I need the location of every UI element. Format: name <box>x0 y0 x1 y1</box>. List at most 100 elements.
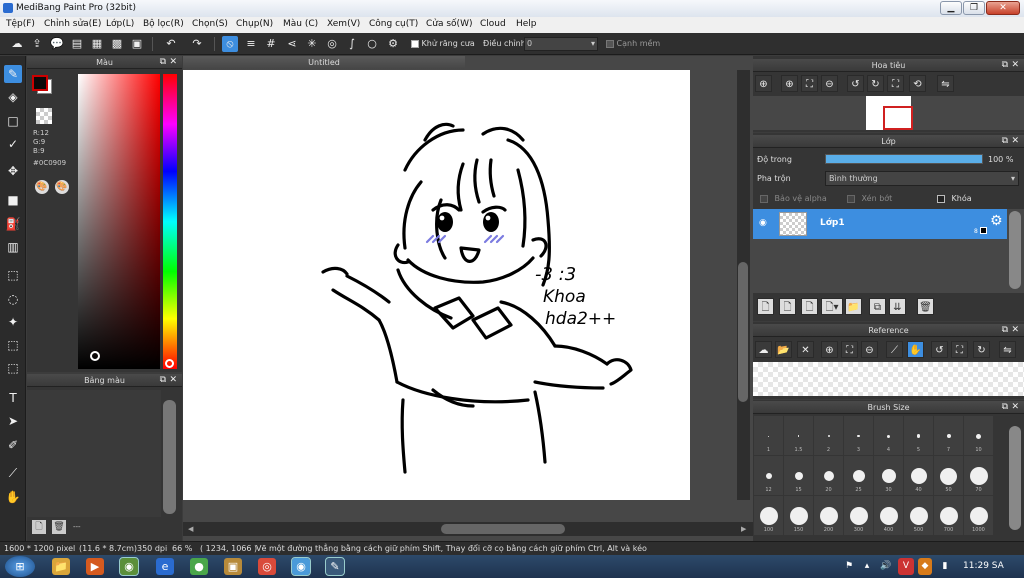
close-icon[interactable]: ✕ <box>169 374 177 387</box>
paint-taskbar-icon[interactable]: ✎ <box>325 557 345 576</box>
brush-size-option[interactable]: 200 <box>814 496 843 535</box>
menu-color[interactable]: Màu (C) <box>283 19 318 29</box>
clip-checkbox[interactable] <box>847 194 855 203</box>
select-pen-tool-icon[interactable]: ⬚ <box>4 336 22 354</box>
brush-size-option[interactable]: 30 <box>874 456 903 495</box>
snap-settings-icon[interactable]: ⚙ <box>385 36 401 52</box>
brush-tool-icon[interactable]: ✎ <box>4 65 22 83</box>
layer-row[interactable]: ◉ Lớp1 8 ⚙ <box>753 209 1007 239</box>
fit-icon[interactable]: ⛶ <box>801 75 818 92</box>
grid-icon[interactable]: ▩ <box>109 36 125 52</box>
maximize-button[interactable]: ❐ <box>963 1 985 15</box>
comment-icon[interactable]: 💬 <box>49 36 65 52</box>
gear-icon[interactable]: ⚙ <box>990 213 1003 229</box>
hue-slider[interactable] <box>163 74 177 369</box>
parallel-snap-icon[interactable]: ≡ <box>243 36 259 52</box>
reference-image-area[interactable] <box>753 362 1024 396</box>
brush-size-option[interactable]: 150 <box>784 496 813 535</box>
vertical-scrollbar-track[interactable] <box>737 70 750 500</box>
brush-size-option[interactable]: 25 <box>844 456 873 495</box>
antialias-checkbox[interactable] <box>411 39 419 48</box>
navigator-viewport[interactable] <box>883 106 913 130</box>
archive-icon[interactable]: ▣ <box>224 558 242 575</box>
brush-size-option[interactable]: 500 <box>904 496 933 535</box>
correction-select[interactable]: 0 ▾ <box>524 37 598 51</box>
text-tool-icon[interactable]: T <box>4 389 22 407</box>
network-icon[interactable]: ▮ <box>938 558 952 575</box>
rectangle-tool-icon[interactable]: □ <box>4 112 22 130</box>
menu-snap[interactable]: Chụp(N) <box>236 19 273 29</box>
transparent-color-swatch[interactable] <box>36 108 52 124</box>
grid-snap-icon[interactable]: # <box>263 36 279 52</box>
foreground-color-swatch[interactable] <box>32 75 48 91</box>
layout-icon[interactable]: ▣ <box>129 36 145 52</box>
chevron-up-icon[interactable]: ▴ <box>860 558 874 575</box>
brush-size-option[interactable]: 12 <box>754 456 783 495</box>
volume-icon[interactable]: 🔊 <box>879 558 893 575</box>
menu-select[interactable]: Chọn(S) <box>192 19 228 29</box>
undock-icon[interactable]: ⧉ <box>1002 324 1008 337</box>
fill-shape-tool-icon[interactable]: ■ <box>4 191 22 209</box>
undock-icon[interactable]: ⧉ <box>1002 135 1008 148</box>
brush-size-option[interactable]: 70 <box>964 456 993 495</box>
vertical-scrollbar-thumb[interactable] <box>738 262 748 402</box>
circle-snap-icon[interactable]: ○ <box>364 36 380 52</box>
fit-icon[interactable]: ⛶ <box>887 75 904 92</box>
brush-size-option[interactable]: 1 <box>754 416 783 455</box>
menu-edit[interactable]: Chỉnh sửa(E) <box>44 19 101 29</box>
share-icon[interactable]: ⇪ <box>29 36 45 52</box>
lasso-tool-icon[interactable]: ◌ <box>4 290 22 308</box>
minimize-button[interactable]: ▁ <box>940 1 962 15</box>
flip-icon[interactable]: ⇋ <box>937 75 954 92</box>
add-layer-menu-icon[interactable]: 🗋▾ <box>821 298 843 315</box>
blend-select[interactable]: Bình thường ▾ <box>825 171 1019 186</box>
cloud-icon[interactable]: ☁ <box>9 36 25 52</box>
menu-help[interactable]: Help <box>516 19 537 29</box>
move-tool-icon[interactable]: ✥ <box>4 162 22 180</box>
brush-size-option[interactable]: 15 <box>784 456 813 495</box>
folder-icon[interactable]: 📁 <box>845 298 862 315</box>
navigator-preview[interactable] <box>753 96 1024 130</box>
brush-size-option[interactable]: 3 <box>844 416 873 455</box>
start-button-icon[interactable]: ⊞ <box>5 556 35 577</box>
menu-window[interactable]: Cửa số(W) <box>426 19 472 29</box>
horizontal-scrollbar-track[interactable]: ◀ ▶ <box>183 522 753 536</box>
brush-size-scrollbar[interactable] <box>1009 426 1021 530</box>
opacity-slider[interactable] <box>825 154 983 164</box>
protect-alpha-checkbox[interactable] <box>760 194 768 203</box>
new-palette-icon[interactable]: 🗋 <box>32 520 46 534</box>
new-halftone-layer-icon[interactable]: 🗋 <box>779 298 796 315</box>
reset-icon[interactable]: ⟲ <box>909 75 926 92</box>
menu-filter[interactable]: Bộ lọc(R) <box>143 19 184 29</box>
document-icon[interactable]: ▦ <box>89 36 105 52</box>
merge-layer-icon[interactable]: ⇊ <box>889 298 906 315</box>
select-tool-icon[interactable]: ⬚ <box>4 266 22 284</box>
brush-size-option[interactable]: 5 <box>904 416 933 455</box>
eraser-tool-icon[interactable]: ◈ <box>4 88 22 106</box>
close-reference-icon[interactable]: ✕ <box>797 341 814 358</box>
menu-tools[interactable]: Công cụ(T) <box>369 19 418 29</box>
zoom-in-icon[interactable]: ⊕ <box>755 75 772 92</box>
fit-icon[interactable]: ⛶ <box>951 341 968 358</box>
zoom-in-icon[interactable]: ⊕ <box>821 341 838 358</box>
undock-icon[interactable]: ⧉ <box>1002 401 1008 414</box>
lock-checkbox[interactable] <box>937 194 945 203</box>
scroll-left-icon[interactable]: ◀ <box>188 525 193 533</box>
chrome-icon[interactable]: ◎ <box>258 558 276 575</box>
palette-scrollbar[interactable] <box>163 400 176 514</box>
menu-file[interactable]: Tệp(F) <box>6 19 35 29</box>
undock-icon[interactable]: ⧉ <box>160 374 166 387</box>
rotate-right-icon[interactable]: ↻ <box>867 75 884 92</box>
zoom-out-icon[interactable]: ⊖ <box>861 341 878 358</box>
antivirus-icon[interactable]: V <box>898 558 914 575</box>
bucket-tool-icon[interactable]: ⛽ <box>4 215 22 233</box>
horizontal-scrollbar-thumb[interactable] <box>441 524 565 534</box>
operation-tool-icon[interactable]: ➤ <box>4 412 22 430</box>
redo-icon[interactable]: ↷ <box>189 36 205 52</box>
eye-icon[interactable]: ◉ <box>759 218 767 228</box>
brush-size-option[interactable]: 1.5 <box>784 416 813 455</box>
medibang-taskbar-icon[interactable]: ◉ <box>291 557 311 576</box>
open-folder-icon[interactable]: 📂 <box>775 341 792 358</box>
close-icon[interactable]: ✕ <box>169 56 177 69</box>
trash-icon[interactable]: 🗑 <box>917 298 934 315</box>
